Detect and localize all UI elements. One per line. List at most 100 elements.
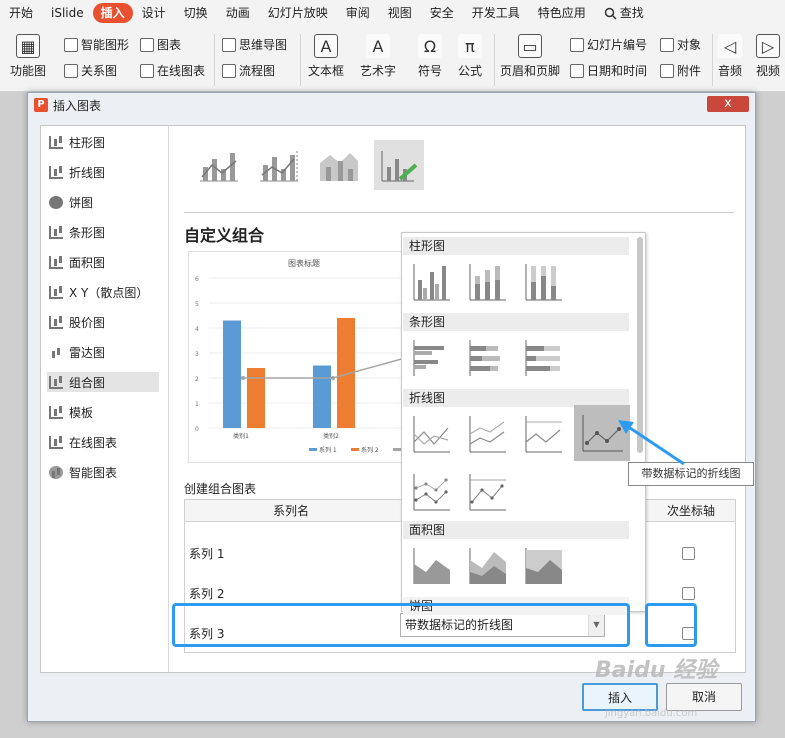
- smart-graphic-label: 智能图形: [81, 38, 130, 52]
- cancel-button[interactable]: 取消: [666, 683, 742, 711]
- slide-number-button[interactable]: 幻灯片编号: [570, 36, 647, 53]
- category-scatter[interactable]: X Y（散点图）: [47, 282, 159, 302]
- category-bar[interactable]: 条形图: [47, 222, 159, 242]
- mind-map-button[interactable]: 思维导图: [222, 36, 287, 53]
- watermark-url: jingyan.baidu.com: [605, 708, 698, 719]
- insert-button[interactable]: 插入: [582, 683, 658, 711]
- area-option[interactable]: [406, 541, 456, 591]
- tab-insert[interactable]: 插入: [92, 3, 133, 23]
- tab-start[interactable]: 开始: [0, 3, 42, 23]
- tab-slideshow[interactable]: 幻灯片放映: [259, 3, 337, 23]
- textbox-button[interactable]: A 文本框: [308, 34, 344, 79]
- symbol-label: 符号: [418, 64, 443, 78]
- category-line[interactable]: 折线图: [47, 162, 159, 182]
- speaker-icon: ◁: [718, 34, 742, 58]
- divider: [184, 212, 734, 213]
- category-smart[interactable]: 智能图表: [47, 462, 159, 482]
- formula-label: 公式: [458, 64, 483, 78]
- attachment-button[interactable]: 附件: [660, 62, 701, 79]
- combo-column-line-thumb[interactable]: [194, 140, 244, 190]
- symbol-button[interactable]: Ω 符号: [418, 34, 442, 79]
- textbox-icon: A: [314, 34, 338, 58]
- header-footer-label: 页眉和页脚: [500, 64, 561, 78]
- function-chart-button[interactable]: ▦ 功能图: [10, 34, 46, 79]
- art-text-button[interactable]: A 艺术字: [360, 34, 396, 79]
- y-tick-label: 4: [195, 326, 199, 333]
- category-pie[interactable]: 饼图: [47, 192, 159, 212]
- flowchart-button[interactable]: 流程图: [222, 62, 275, 79]
- tab-developer[interactable]: 开发工具: [463, 3, 529, 23]
- category-template[interactable]: 模板: [47, 402, 159, 422]
- secondary-axis-checkbox[interactable]: [682, 547, 695, 560]
- chart-icon: [140, 37, 154, 52]
- date-time-button[interactable]: 日期和时间: [570, 62, 647, 79]
- dialog-titlebar: P 插入图表: [28, 93, 755, 117]
- paperclip-icon: [660, 63, 674, 78]
- tab-features[interactable]: 特色应用: [529, 3, 595, 23]
- relation-button[interactable]: 关系图: [64, 62, 117, 79]
- search-button[interactable]: 查找: [595, 3, 653, 23]
- video-button[interactable]: ▷ 视频: [756, 34, 780, 79]
- mind-map-label: 思维导图: [239, 38, 288, 52]
- dialog-close-button[interactable]: x: [707, 96, 749, 112]
- percent-line-markers-option[interactable]: [462, 467, 512, 517]
- percent-area-icon: [525, 548, 562, 584]
- category-label: 智能图表: [69, 465, 118, 480]
- combo-area-column-thumb[interactable]: [314, 140, 364, 190]
- smart-graphic-button[interactable]: 智能图形: [64, 36, 129, 53]
- dialog-title: 插入图表: [53, 98, 102, 113]
- tab-security[interactable]: 安全: [421, 3, 463, 23]
- column-chart-icon: [49, 135, 63, 149]
- baidu-watermark: Baidu 经验: [595, 658, 718, 683]
- online-chart-label: 在线图表: [157, 64, 206, 78]
- line-option[interactable]: [406, 409, 456, 459]
- percent-column-option[interactable]: [518, 257, 568, 307]
- chart-button[interactable]: 图表: [140, 36, 181, 53]
- object-button[interactable]: 对象: [660, 36, 701, 53]
- header-footer-button[interactable]: ▭ 页眉和页脚: [500, 34, 560, 79]
- audio-button[interactable]: ◁ 音频: [718, 34, 742, 79]
- ribbon: 开始 iSlide 插入 设计 切换 动画 幻灯片放映 审阅 视图 安全 开发工…: [0, 0, 785, 92]
- divider: [300, 34, 301, 86]
- category-online[interactable]: 在线图表: [47, 432, 159, 452]
- category-combo[interactable]: 组合图: [47, 372, 159, 392]
- combo-column-line-secondary-thumb[interactable]: [254, 140, 304, 190]
- category-area[interactable]: 面积图: [47, 252, 159, 272]
- percent-bar-icon: [525, 340, 560, 376]
- clustered-column-option[interactable]: [406, 257, 456, 307]
- stacked-line-option[interactable]: [462, 409, 512, 459]
- stacked-line-markers-option[interactable]: [406, 467, 456, 517]
- tab-islide[interactable]: iSlide: [42, 3, 93, 23]
- object-icon: [660, 37, 674, 52]
- category-label: 折线图: [69, 165, 106, 180]
- combo-custom-thumb[interactable]: [374, 140, 424, 190]
- stacked-area-option[interactable]: [462, 541, 512, 591]
- area-column-icon: [320, 153, 358, 181]
- tab-design[interactable]: 设计: [133, 3, 175, 23]
- video-icon: ▷: [756, 34, 780, 58]
- category-column[interactable]: 柱形图: [47, 132, 159, 152]
- percent-area-option[interactable]: [518, 541, 568, 591]
- tab-view[interactable]: 视图: [379, 3, 421, 23]
- section-heading: 自定义组合: [184, 226, 265, 245]
- chart-type-popup: 柱形图 条形图 折线图 面积图 饼图: [401, 232, 646, 615]
- tab-animation[interactable]: 动画: [217, 3, 259, 23]
- percent-bar-option[interactable]: [518, 333, 568, 383]
- category-label: X Y（散点图）: [69, 285, 149, 300]
- category-radar[interactable]: 雷达图: [47, 342, 159, 362]
- category-stock[interactable]: 股价图: [47, 312, 159, 332]
- y-tick-label: 1: [195, 401, 199, 408]
- percent-line-option[interactable]: [518, 409, 568, 459]
- stacked-bar-option[interactable]: [462, 333, 512, 383]
- stacked-column-option[interactable]: [462, 257, 512, 307]
- formula-button[interactable]: π 公式: [458, 34, 482, 79]
- tab-transition[interactable]: 切换: [175, 3, 217, 23]
- secondary-axis-checkbox[interactable]: [682, 587, 695, 600]
- tab-review[interactable]: 审阅: [337, 3, 379, 23]
- category-label: 股价图: [69, 315, 106, 330]
- percent-line-icon: [525, 416, 562, 453]
- category-label: 模板: [69, 405, 94, 420]
- online-chart-button[interactable]: 在线图表: [140, 62, 205, 79]
- audio-label: 音频: [718, 64, 743, 78]
- clustered-bar-option[interactable]: [406, 333, 456, 383]
